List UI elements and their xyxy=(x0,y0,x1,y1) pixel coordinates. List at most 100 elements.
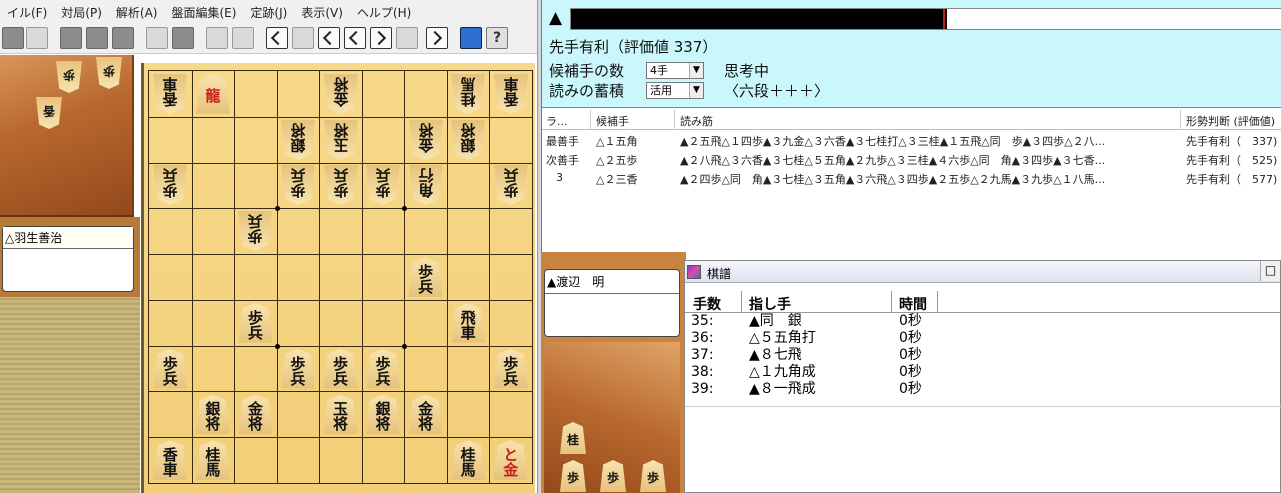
board-piece[interactable]: 歩兵 xyxy=(153,348,188,389)
board-piece[interactable]: 銀将 xyxy=(281,120,315,160)
star-point xyxy=(274,343,280,349)
grid-line xyxy=(191,71,193,483)
position-icon[interactable] xyxy=(206,27,228,49)
white-hand-piece[interactable]: 歩 xyxy=(96,57,122,89)
list-item[interactable]: 36: △５五角打 0秒 xyxy=(685,330,1280,347)
board-piece[interactable]: 歩兵 xyxy=(408,257,443,297)
board-piece[interactable]: 歩兵 xyxy=(493,348,528,389)
board-piece[interactable]: 桂馬 xyxy=(195,440,230,481)
menu-file[interactable]: イル(F) xyxy=(0,4,54,21)
kifu-comment-area[interactable] xyxy=(685,406,1281,493)
gray-button-icon[interactable] xyxy=(172,27,194,49)
list-item[interactable]: 35: ▲同 銀 0秒 xyxy=(685,313,1280,330)
position-icon[interactable] xyxy=(232,27,254,49)
grid-line xyxy=(404,71,406,483)
table-row[interactable]: 3 △２三香 ▲２四歩△同 角▲３七桂△３五角▲３六飛△３四歩▲２五歩△２九馬▲… xyxy=(542,168,1281,187)
black-hand-piece[interactable]: 歩 xyxy=(560,460,586,492)
menu-view[interactable]: 表示(V) xyxy=(294,4,350,21)
board-piece[interactable]: 角行 xyxy=(409,165,443,205)
forward-icon[interactable] xyxy=(396,27,418,49)
toolbar: ? xyxy=(0,24,540,54)
reading-select[interactable]: 活用 ▼ xyxy=(646,82,704,99)
stop-icon[interactable] xyxy=(344,27,366,49)
board-piece[interactable]: 桂馬 xyxy=(451,440,486,481)
piece-label: 兵 xyxy=(290,166,306,185)
analysis-window: ▲ 先手有利（評価値 337） 候補手の数 4手 ▼ 思考中 読みの蓄積 活用 … xyxy=(541,0,1281,252)
table-row[interactable]: 最善手 △１五角 ▲２五飛△１四歩▲３九金△３六香▲３七桂打△３三桂▲１五飛△同… xyxy=(542,130,1281,149)
white-hand-piece[interactable]: 香 xyxy=(36,97,62,129)
chevron-down-icon[interactable]: ▼ xyxy=(689,83,703,98)
forward-icon[interactable] xyxy=(426,27,448,49)
board-piece[interactable]: 歩兵 xyxy=(366,348,401,389)
new-icon[interactable] xyxy=(2,27,24,49)
board-piece[interactable]: 香車 xyxy=(153,440,188,481)
board-piece[interactable]: 銀将 xyxy=(451,120,485,160)
kifu-title-bar[interactable]: 棋譜 □ xyxy=(685,261,1280,283)
board-piece[interactable]: 香車 xyxy=(494,74,528,114)
board-piece[interactable]: 金将 xyxy=(324,74,358,114)
white-hand-piece[interactable]: 歩 xyxy=(56,61,82,93)
gray-button-icon[interactable] xyxy=(86,27,108,49)
candidates-select[interactable]: 4手 ▼ xyxy=(646,62,704,79)
board-piece[interactable]: 歩兵 xyxy=(281,165,315,205)
board-piece[interactable]: 歩兵 xyxy=(238,302,273,343)
screen-icon[interactable] xyxy=(460,27,482,49)
board-piece[interactable]: 銀将 xyxy=(195,394,230,435)
gray-button-icon[interactable] xyxy=(112,27,134,49)
menu-board-edit[interactable]: 盤面編集(E) xyxy=(164,4,243,21)
position-icon[interactable] xyxy=(146,27,168,49)
column-time[interactable]: 時間 xyxy=(899,294,927,314)
board-piece[interactable]: 歩兵 xyxy=(324,165,358,205)
grid-line xyxy=(446,71,448,483)
board-piece[interactable]: 金将 xyxy=(409,120,443,160)
board-piece[interactable]: 桂馬 xyxy=(451,74,485,114)
board-piece[interactable]: 飛車 xyxy=(451,302,486,343)
rewind-icon[interactable] xyxy=(266,27,288,49)
list-item[interactable]: 39: ▲８一飛成 0秒 xyxy=(685,381,1280,398)
column-judgement[interactable]: 形勢判断 (評価値) xyxy=(1186,113,1275,129)
board-piece[interactable]: 歩兵 xyxy=(366,165,400,205)
grid-line xyxy=(149,345,532,347)
help-icon[interactable]: ? xyxy=(486,27,508,49)
edit-icon[interactable] xyxy=(26,27,48,49)
list-item[interactable]: 37: ▲８七飛 0秒 xyxy=(685,347,1280,364)
gray-button-icon[interactable] xyxy=(60,27,82,49)
row-pv: ▲２八飛△３六香▲３七桂△５五角▲２九歩△３三桂▲４六歩△同 角▲３四歩▲３七香… xyxy=(680,154,1106,167)
grid-line xyxy=(489,71,491,483)
board-piece[interactable]: 玉将 xyxy=(323,394,358,435)
back-icon[interactable] xyxy=(292,27,314,49)
board-piece[interactable]: 金将 xyxy=(238,394,273,435)
board-piece[interactable]: 金将 xyxy=(408,394,443,435)
board-piece[interactable]: 歩兵 xyxy=(238,211,272,251)
rewind-icon[interactable] xyxy=(318,27,340,49)
kifu-move: △５五角打 xyxy=(749,330,816,346)
column-move[interactable]: 指し手 xyxy=(749,294,791,314)
board-piece[interactable]: 歩兵 xyxy=(494,165,528,205)
chevron-down-icon[interactable]: ▼ xyxy=(689,63,703,78)
board-piece[interactable]: 歩兵 xyxy=(280,348,315,389)
board-piece[interactable]: 銀将 xyxy=(366,394,401,435)
row-pv: ▲２五飛△１四歩▲３九金△３六香▲３七桂打△３三桂▲１五飛△同 歩▲３四歩△２八… xyxy=(680,135,1106,148)
column-move[interactable]: 候補手 xyxy=(596,113,629,129)
black-hand-piece[interactable]: 歩 xyxy=(600,460,626,492)
list-item[interactable]: 38: △１九角成 0秒 xyxy=(685,364,1280,381)
piece-label: 桂 xyxy=(460,89,476,108)
column-rank[interactable]: ラ... xyxy=(546,113,568,129)
column-move-number[interactable]: 手数 xyxy=(693,294,721,314)
forward-icon[interactable] xyxy=(370,27,392,49)
close-icon[interactable]: □ xyxy=(1260,261,1280,281)
board-piece[interactable]: 龍 xyxy=(195,73,230,114)
board-piece[interactable]: 玉将 xyxy=(324,120,358,160)
board-piece[interactable]: と金 xyxy=(493,440,528,481)
column-pv[interactable]: 読み筋 xyxy=(680,113,713,129)
board-piece[interactable]: 歩兵 xyxy=(323,348,358,389)
black-hand-piece[interactable]: 桂 xyxy=(560,422,586,454)
menu-joseki[interactable]: 定跡(J) xyxy=(243,4,294,21)
board-piece[interactable]: 歩兵 xyxy=(153,165,187,205)
menu-analysis[interactable]: 解析(A) xyxy=(109,4,165,21)
table-row[interactable]: 次善手 △２五歩 ▲２八飛△３六香▲３七桂△５五角▲２九歩△３三桂▲４六歩△同 … xyxy=(542,149,1281,168)
menu-help[interactable]: ヘルプ(H) xyxy=(350,4,418,21)
menu-game[interactable]: 対局(P) xyxy=(54,4,109,21)
black-hand-piece[interactable]: 歩 xyxy=(640,460,666,492)
board-piece[interactable]: 香車 xyxy=(153,74,187,114)
